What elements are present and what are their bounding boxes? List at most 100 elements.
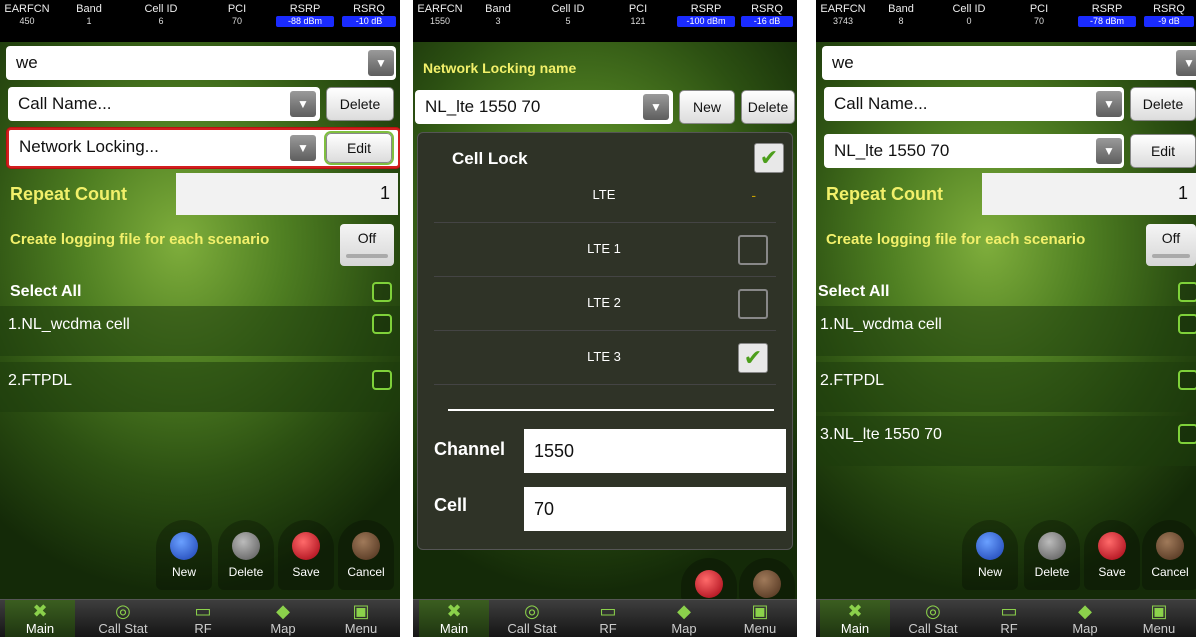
nav-call-stat[interactable]: ◎ Call Stat <box>898 600 968 637</box>
edit-button[interactable]: Edit <box>326 133 392 163</box>
earfcn-col: EARFCN 3743 <box>820 3 866 26</box>
x-logo-icon: ✖ <box>32 601 48 621</box>
rsrq-col: RSRQ -10 dB <box>340 0 398 27</box>
chevron-down-icon[interactable]: ▼ <box>368 50 394 76</box>
menu-icon: ▣ <box>1150 601 1168 621</box>
nav-main[interactable]: ✖ Main <box>419 600 489 637</box>
new-button[interactable]: New <box>962 520 1018 590</box>
nav-map[interactable]: ◆ Map <box>1050 600 1120 637</box>
menu-icon: ▣ <box>751 601 769 621</box>
cancel-button[interactable] <box>739 558 795 602</box>
list-item-checkbox[interactable] <box>1178 314 1196 334</box>
pci-col: PCI 70 <box>227 3 247 26</box>
band-col: Band 8 <box>888 3 914 26</box>
lte-checkbox[interactable] <box>738 235 768 265</box>
cell-lock-dialog: Cell Lock ✔ LTE - LTE 1 LTE 2 LTE 3 ✔ Ch… <box>417 132 793 550</box>
call-name-select[interactable]: Call Name... <box>8 87 320 121</box>
chevron-down-icon[interactable]: ▼ <box>1176 50 1196 76</box>
logging-toggle[interactable]: Off <box>1146 224 1196 266</box>
nav-map[interactable]: ◆ Map <box>248 600 318 637</box>
save-button[interactable]: Save <box>1084 520 1140 590</box>
cell-input[interactable]: 70 <box>524 487 786 531</box>
delete-name-button[interactable]: Delete <box>741 90 795 124</box>
save-button[interactable] <box>681 558 737 602</box>
select-all-checkbox[interactable] <box>372 282 392 302</box>
nav-main[interactable]: ✖ Main <box>820 600 890 637</box>
chevron-down-icon[interactable]: ▼ <box>643 94 669 120</box>
gauge-icon: ◎ <box>925 601 941 621</box>
lte-checkbox-checked[interactable]: ✔ <box>738 343 768 373</box>
dialog-title: Network Locking name <box>423 60 577 76</box>
delete-call-button[interactable]: Delete <box>326 87 394 121</box>
check-icon: ✔ <box>743 345 763 370</box>
list-item-checkbox[interactable] <box>372 370 392 390</box>
cancel-button[interactable]: Cancel <box>338 520 394 590</box>
nav-rf[interactable]: ▭ RF <box>573 600 643 637</box>
rsrq-col: RSRQ -16 dB <box>739 0 795 27</box>
list-item-checkbox[interactable] <box>1178 370 1196 390</box>
x-logo-icon: ✖ <box>446 601 462 621</box>
nav-rf[interactable]: ▭ RF <box>974 600 1044 637</box>
delete-button[interactable]: Delete <box>1024 520 1080 590</box>
nav-call-stat[interactable]: ◎ Call Stat <box>497 600 567 637</box>
chevron-down-icon[interactable]: ▼ <box>1096 138 1122 164</box>
chevron-down-icon[interactable]: ▼ <box>290 135 316 161</box>
list-item-checkbox[interactable] <box>1178 424 1196 444</box>
new-name-button[interactable]: New <box>679 90 735 124</box>
nav-menu[interactable]: ▣ Menu <box>725 600 795 637</box>
rsrp-col: RSRP -78 dBm <box>1076 0 1138 27</box>
gray-circle-icon <box>1038 532 1066 560</box>
name-select[interactable]: NL_lte 1550 70 <box>415 90 673 124</box>
bottom-nav: ✖ Main ◎ Call Stat ▭ RF ◆ Map ▣ Menu <box>413 599 797 637</box>
waveform-icon: ▭ <box>194 601 212 621</box>
nav-rf[interactable]: ▭ RF <box>168 600 238 637</box>
list-item-label: 3.NL_lte 1550 70 <box>820 426 942 443</box>
nav-menu[interactable]: ▣ Menu <box>1124 600 1194 637</box>
channel-input[interactable]: 1550 <box>524 429 786 473</box>
delete-button[interactable]: Delete <box>218 520 274 590</box>
red-circle-icon <box>292 532 320 560</box>
status-bar: EARFCN 1550 Band 3 Cell ID 5 PCI 121 RSRP -10… <box>413 0 797 42</box>
lte-row[interactable]: LTE 1 <box>434 223 776 277</box>
pci-col: PCI 70 <box>1029 3 1049 26</box>
lte-row[interactable]: LTE 2 <box>434 277 776 331</box>
scenario-select[interactable]: we <box>822 46 1196 80</box>
network-locking-select[interactable]: NL_lte 1550 70 <box>824 134 1124 168</box>
blue-circle-icon <box>976 532 1004 560</box>
nav-main[interactable]: ✖ Main <box>5 600 75 637</box>
rsrq-col: RSRQ -9 dB <box>1142 0 1196 27</box>
nav-map[interactable]: ◆ Map <box>649 600 719 637</box>
blue-circle-icon <box>170 532 198 560</box>
pci-col: PCI 121 <box>628 3 648 26</box>
band-col: Band 3 <box>485 3 511 26</box>
nav-menu[interactable]: ▣ Menu <box>326 600 396 637</box>
nav-call-stat[interactable]: ◎ Call Stat <box>88 600 158 637</box>
repeat-count-input[interactable]: 1 <box>982 173 1196 215</box>
earfcn-col: EARFCN 450 <box>4 3 50 26</box>
map-icon: ◆ <box>1078 601 1092 621</box>
repeat-count-label: Repeat Count <box>10 184 127 204</box>
save-button[interactable]: Save <box>278 520 334 590</box>
rsrp-col: RSRP -100 dBm <box>675 0 737 27</box>
gauge-icon: ◎ <box>524 601 540 621</box>
lte-row[interactable]: LTE 3 ✔ <box>434 331 776 385</box>
cancel-button[interactable]: Cancel <box>1142 520 1196 590</box>
lte-checkbox[interactable] <box>738 289 768 319</box>
logging-label: Create logging file for each scenario <box>10 231 270 248</box>
list-item-checkbox[interactable] <box>372 314 392 334</box>
delete-call-button[interactable]: Delete <box>1130 87 1196 121</box>
x-logo-icon: ✖ <box>847 601 863 621</box>
screen-scenario-editor: EARFCN 450 Band 1 Cell ID 6 PCI 70 RSRP -88 d… <box>0 0 400 637</box>
select-all-checkbox[interactable] <box>1178 282 1196 302</box>
chevron-down-icon[interactable]: ▼ <box>1096 91 1122 117</box>
scenario-select[interactable]: we <box>6 46 396 80</box>
call-name-select[interactable]: Call Name... <box>824 87 1124 121</box>
chevron-down-icon[interactable]: ▼ <box>290 91 316 117</box>
channel-label: Channel <box>434 439 506 459</box>
red-circle-icon <box>695 570 723 598</box>
repeat-count-input[interactable]: 1 <box>176 173 398 215</box>
logging-toggle[interactable]: Off <box>340 224 394 266</box>
new-button[interactable]: New <box>156 520 212 590</box>
cellid-col: Cell ID 6 <box>144 3 178 26</box>
edit-button[interactable]: Edit <box>1130 134 1196 168</box>
